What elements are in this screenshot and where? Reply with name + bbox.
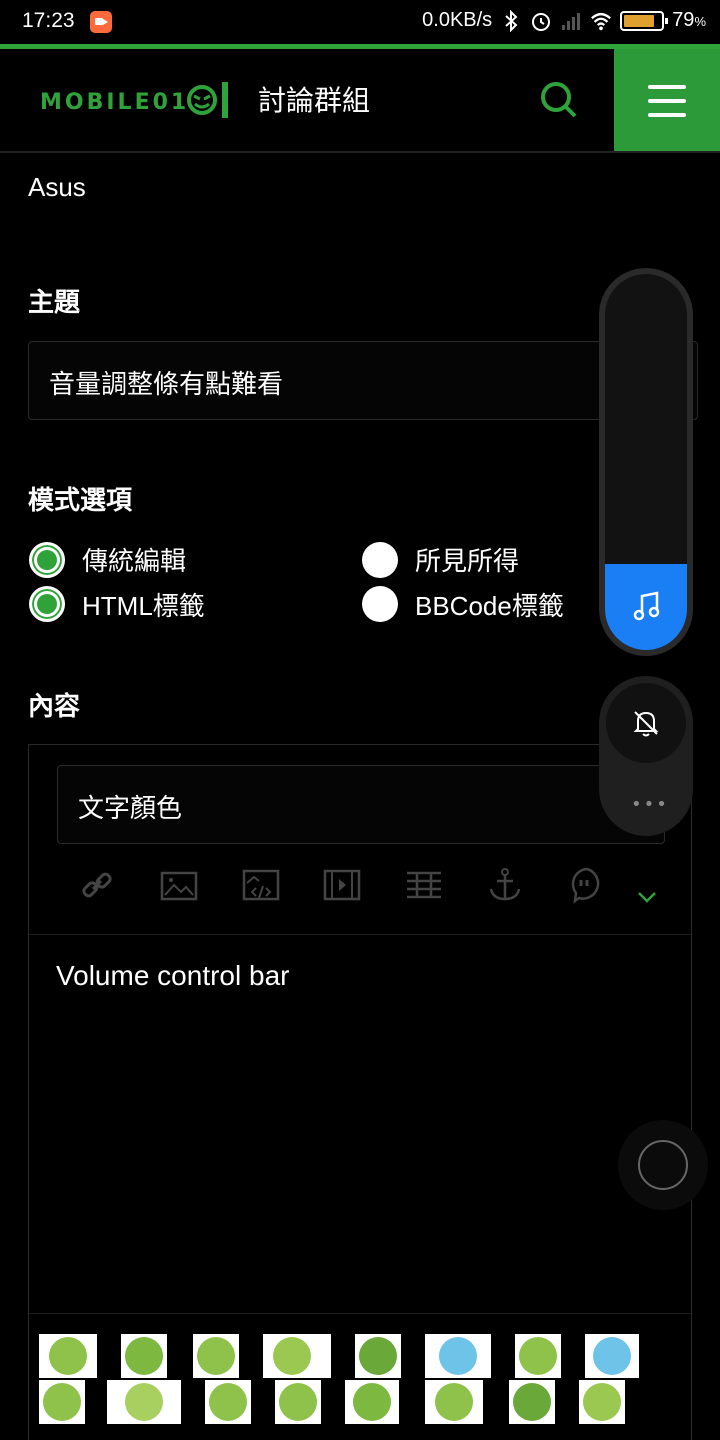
- volume-options-panel: •••: [599, 676, 693, 836]
- signal-icon: [562, 12, 581, 30]
- radio-bbcode-label: BBCode標籤: [415, 591, 564, 621]
- chevron-down-icon[interactable]: [627, 877, 667, 917]
- alarm-icon: [532, 12, 551, 31]
- editor-toolbar: [29, 855, 691, 935]
- content-editor: 文字顏色 Volume control bar: [28, 744, 692, 1440]
- text-color-label: 文字顏色: [78, 794, 183, 824]
- radio-traditional-label: 傳統編輯: [82, 547, 187, 577]
- net-speed: 0.0KB/s: [422, 9, 493, 31]
- mute-button[interactable]: [606, 683, 686, 763]
- emoji-divider: [29, 1313, 691, 1314]
- table-icon[interactable]: [404, 865, 444, 905]
- emoji-item[interactable]: [39, 1334, 97, 1378]
- radio-traditional[interactable]: [29, 542, 65, 578]
- video-icon[interactable]: [322, 865, 362, 905]
- battery-percent: 79: [672, 9, 695, 31]
- emoji-item[interactable]: [121, 1334, 167, 1378]
- quote-icon[interactable]: [567, 865, 607, 905]
- emoji-item[interactable]: [263, 1334, 331, 1378]
- emoji-item[interactable]: [515, 1334, 561, 1378]
- emoji-item[interactable]: [509, 1380, 555, 1424]
- status-time: 17:23: [22, 9, 75, 32]
- anchor-icon[interactable]: [485, 865, 525, 905]
- emoji-item[interactable]: [425, 1334, 491, 1378]
- radio-bbcode[interactable]: [362, 586, 398, 622]
- emoji-item[interactable]: [275, 1380, 321, 1424]
- subject-input[interactable]: 音量調整條有點難看: [28, 341, 698, 420]
- bluetooth-icon: [505, 9, 518, 32]
- search-icon[interactable]: [536, 77, 580, 121]
- camera-app-icon: [90, 11, 112, 33]
- battery-icon: [620, 10, 669, 31]
- radio-wysiwyg-label: 所見所得: [415, 547, 520, 577]
- wifi-icon: [591, 12, 612, 30]
- radio-html[interactable]: [29, 586, 65, 622]
- status-bar: 17:23 0.0KB/s 79%: [0, 0, 720, 44]
- bell-off-icon: [633, 711, 659, 737]
- emoji-item[interactable]: [355, 1334, 401, 1378]
- emoji-item[interactable]: [107, 1380, 181, 1424]
- music-note-icon: [633, 591, 660, 621]
- radio-wysiwyg[interactable]: [362, 542, 398, 578]
- link-icon[interactable]: [77, 865, 117, 905]
- hamburger-icon: [648, 85, 686, 89]
- menu-button[interactable]: [614, 49, 720, 151]
- radio-html-label: HTML標籤: [82, 591, 205, 621]
- battery-percent-unit: %: [694, 14, 706, 29]
- text-color-select[interactable]: 文字顏色: [57, 765, 665, 844]
- mobile01-logo[interactable]: MOBILE01: [40, 79, 232, 121]
- emoji-item[interactable]: [579, 1380, 625, 1424]
- forum-brand: Asus: [28, 172, 86, 202]
- emoji-item[interactable]: [39, 1380, 85, 1424]
- logo-text: MOBILE01: [40, 90, 189, 115]
- volume-slider[interactable]: [599, 268, 693, 656]
- emoji-item[interactable]: [205, 1380, 251, 1424]
- more-options-icon[interactable]: •••: [631, 794, 669, 815]
- content-label: 內容: [28, 692, 81, 722]
- status-icons: 0.0KB/s 79%: [422, 9, 706, 32]
- emoji-item[interactable]: [345, 1380, 399, 1424]
- emoji-item[interactable]: [585, 1334, 639, 1378]
- mode-label: 模式選項: [28, 486, 133, 516]
- emoji-item[interactable]: [193, 1334, 239, 1378]
- floating-assistive-button[interactable]: [618, 1120, 708, 1210]
- subject-label: 主題: [28, 288, 81, 318]
- emoji-item[interactable]: [425, 1380, 483, 1424]
- image-code-icon[interactable]: [241, 865, 281, 905]
- app-header: MOBILE01 討論群組: [0, 49, 720, 153]
- page-title: 討論群組: [258, 84, 371, 117]
- editor-text[interactable]: Volume control bar: [56, 960, 289, 992]
- subject-value: 音量調整條有點難看: [49, 370, 284, 400]
- image-icon[interactable]: [159, 865, 199, 905]
